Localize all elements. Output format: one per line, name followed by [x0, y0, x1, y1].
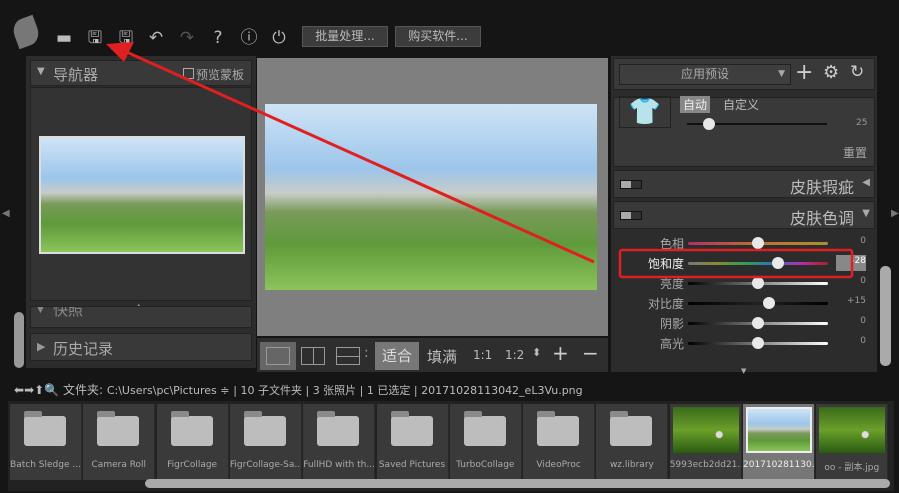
red-arrow-line — [121, 48, 595, 264]
highlight-box — [618, 248, 854, 279]
annotation-overlay — [106, 42, 854, 279]
